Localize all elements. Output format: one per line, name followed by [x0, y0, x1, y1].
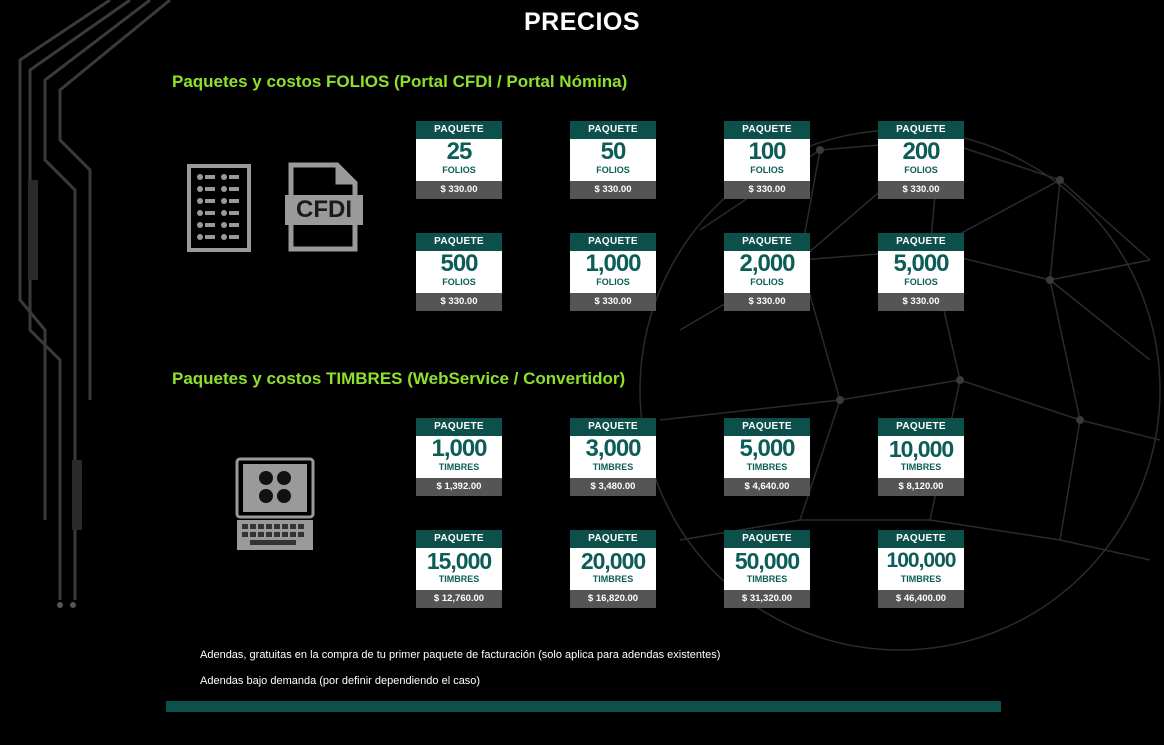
package-quantity: 5,000	[739, 435, 795, 462]
package-quantity: 200	[902, 138, 940, 165]
package-price: $ 46,400.00	[878, 590, 964, 608]
footer-bar	[166, 701, 1001, 712]
package-unit: FOLIOS	[442, 277, 476, 287]
timbres-package-card[interactable]: PAQUETE 10,000 TIMBRES $ 8,120.00	[878, 418, 964, 496]
package-header: PAQUETE	[570, 121, 656, 139]
package-quantity: 10,000	[888, 436, 954, 462]
package-header: PAQUETE	[416, 233, 502, 251]
package-price: $ 330.00	[570, 293, 656, 311]
timbres-package-card[interactable]: PAQUETE 15,000 TIMBRES $ 12,760.00	[416, 530, 502, 608]
package-unit: TIMBRES	[746, 462, 788, 472]
package-header: PAQUETE	[724, 418, 810, 436]
document-list-icon	[187, 164, 251, 252]
package-quantity: 50	[600, 138, 627, 165]
cfdi-icon-text: CFDI	[296, 196, 352, 223]
cfdi-file-icon: CFDI	[285, 162, 365, 252]
package-unit: FOLIOS	[596, 277, 630, 287]
package-price: $ 3,480.00	[570, 478, 656, 496]
package-price: $ 330.00	[878, 293, 964, 311]
package-header: PAQUETE	[724, 233, 810, 251]
package-header: PAQUETE	[570, 530, 656, 548]
package-header: PAQUETE	[878, 121, 964, 139]
package-header: PAQUETE	[416, 121, 502, 139]
timbres-package-card[interactable]: PAQUETE 100,000 TIMBRES $ 46,400.00	[878, 530, 964, 608]
timbres-package-card[interactable]: PAQUETE 5,000 TIMBRES $ 4,640.00	[724, 418, 810, 496]
timbres-package-card[interactable]: PAQUETE 1,000 TIMBRES $ 1,392.00	[416, 418, 502, 496]
package-unit: FOLIOS	[442, 165, 476, 175]
package-header: PAQUETE	[724, 530, 810, 548]
package-price: $ 8,120.00	[878, 478, 964, 496]
package-quantity: 2,000	[739, 250, 795, 277]
package-header: PAQUETE	[570, 233, 656, 251]
adendas-free-note: Adendas, gratuitas en la compra de tu pr…	[200, 649, 721, 661]
package-price: $ 4,640.00	[724, 478, 810, 496]
package-header: PAQUETE	[416, 530, 502, 548]
package-header: PAQUETE	[416, 418, 502, 436]
package-price: $ 330.00	[570, 181, 656, 199]
package-unit: FOLIOS	[904, 165, 938, 175]
package-quantity: 1,000	[431, 435, 487, 462]
folios-package-card[interactable]: PAQUETE 50 FOLIOS $ 330.00	[570, 121, 656, 199]
timbres-package-card[interactable]: PAQUETE 20,000 TIMBRES $ 16,820.00	[570, 530, 656, 608]
folios-package-card[interactable]: PAQUETE 5,000 FOLIOS $ 330.00	[878, 233, 964, 311]
package-header: PAQUETE	[878, 233, 964, 251]
package-quantity: 15,000	[426, 548, 492, 574]
page-title: PRECIOS	[523, 8, 641, 36]
package-quantity: 500	[440, 250, 478, 277]
timbres-section-title: Paquetes y costos TIMBRES (WebService / …	[172, 369, 626, 388]
package-price: $ 1,392.00	[416, 478, 502, 496]
folios-package-card[interactable]: PAQUETE 200 FOLIOS $ 330.00	[878, 121, 964, 199]
folios-section-title: Paquetes y costos FOLIOS (Portal CFDI / …	[172, 72, 628, 91]
package-quantity: 100	[748, 138, 786, 165]
package-price: $ 330.00	[878, 181, 964, 199]
package-unit: TIMBRES	[592, 574, 634, 584]
package-quantity: 25	[446, 138, 473, 165]
package-unit: FOLIOS	[750, 165, 784, 175]
adendas-demand-note: Adendas bajo demanda (por definir depend…	[200, 675, 481, 687]
package-price: $ 330.00	[724, 181, 810, 199]
timbres-package-card[interactable]: PAQUETE 3,000 TIMBRES $ 3,480.00	[570, 418, 656, 496]
package-quantity: 1,000	[585, 250, 641, 277]
folios-package-card[interactable]: PAQUETE 500 FOLIOS $ 330.00	[416, 233, 502, 311]
package-unit: TIMBRES	[592, 462, 634, 472]
package-unit: TIMBRES	[438, 462, 480, 472]
package-quantity: 3,000	[585, 435, 641, 462]
package-unit: FOLIOS	[750, 277, 784, 287]
package-unit: TIMBRES	[900, 462, 942, 472]
package-quantity: 5,000	[893, 250, 949, 277]
package-price: $ 12,760.00	[416, 590, 502, 608]
package-price: $ 330.00	[724, 293, 810, 311]
package-price: $ 330.00	[416, 181, 502, 199]
package-price: $ 330.00	[416, 293, 502, 311]
package-unit: TIMBRES	[746, 574, 788, 584]
package-unit: FOLIOS	[596, 165, 630, 175]
folios-package-card[interactable]: PAQUETE 2,000 FOLIOS $ 330.00	[724, 233, 810, 311]
package-unit: FOLIOS	[904, 277, 938, 287]
package-quantity: 50,000	[734, 548, 800, 574]
package-quantity: 20,000	[580, 548, 646, 574]
package-unit: TIMBRES	[438, 574, 480, 584]
package-header: PAQUETE	[570, 418, 656, 436]
package-unit: TIMBRES	[900, 574, 942, 584]
computer-terminal-icon	[235, 457, 315, 550]
folios-package-card[interactable]: PAQUETE 100 FOLIOS $ 330.00	[724, 121, 810, 199]
package-header: PAQUETE	[724, 121, 810, 139]
package-header: PAQUETE	[878, 418, 964, 436]
folios-package-card[interactable]: PAQUETE 25 FOLIOS $ 330.00	[416, 121, 502, 199]
folios-package-card[interactable]: PAQUETE 1,000 FOLIOS $ 330.00	[570, 233, 656, 311]
package-price: $ 16,820.00	[570, 590, 656, 608]
package-header: PAQUETE	[878, 530, 964, 548]
package-quantity: 100,000	[886, 549, 957, 572]
timbres-package-card[interactable]: PAQUETE 50,000 TIMBRES $ 31,320.00	[724, 530, 810, 608]
package-price: $ 31,320.00	[724, 590, 810, 608]
